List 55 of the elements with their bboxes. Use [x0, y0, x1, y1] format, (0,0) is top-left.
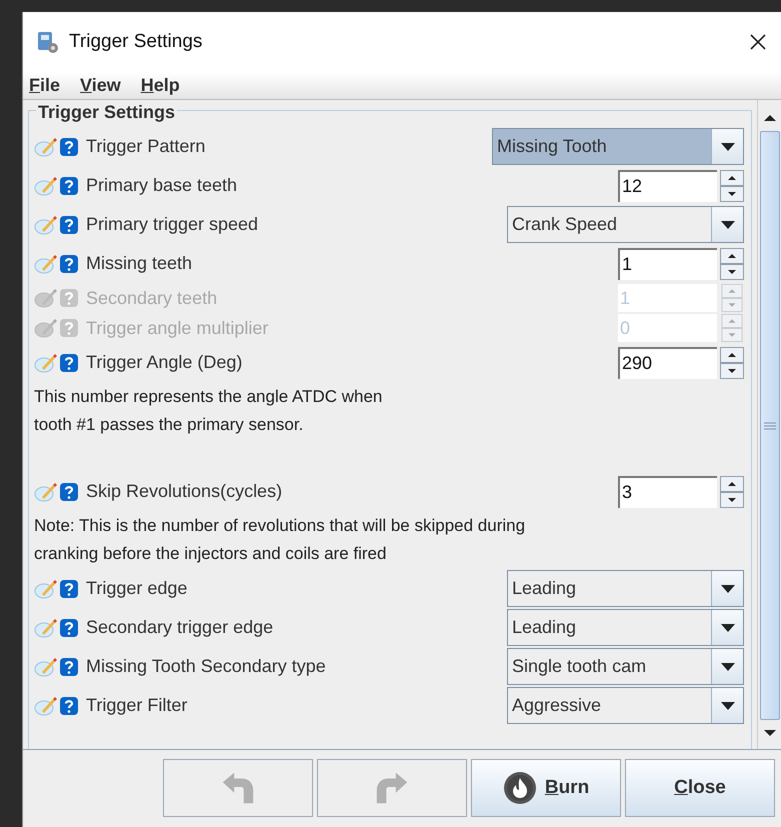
scrollbar[interactable] — [757, 100, 781, 749]
help-icon[interactable] — [59, 656, 79, 676]
spinner-arrows-icon[interactable] — [720, 346, 744, 378]
menu-item[interactable]: Help — [140, 72, 180, 99]
help-icon[interactable] — [59, 696, 79, 716]
dropdown[interactable]: Leading — [507, 570, 744, 607]
dropdown[interactable]: Missing Tooth — [492, 128, 744, 165]
setting-label: Trigger angle multiplier — [86, 316, 268, 340]
setting-label: Skip Revolutions(cycles) — [86, 480, 282, 503]
setting-label: Trigger edge — [86, 577, 188, 600]
help-icon[interactable] — [59, 176, 79, 196]
setting-label: Missing teeth — [86, 252, 192, 275]
number-field[interactable]: 3 — [618, 476, 717, 508]
help-icon[interactable] — [59, 136, 79, 156]
dropdown-arrow-icon — [720, 624, 734, 632]
dropdown-arrow-icon — [720, 702, 734, 710]
setting-label: Trigger Filter — [86, 694, 188, 717]
dropdown-arrow-icon — [720, 220, 734, 228]
number-field[interactable]: 290 — [618, 346, 717, 378]
setting-label: Secondary teeth — [86, 286, 218, 310]
close-icon[interactable] — [749, 33, 767, 51]
spinner-arrows-icon[interactable] — [720, 170, 744, 202]
menu-item[interactable]: File — [29, 72, 60, 99]
help-icon[interactable] — [59, 352, 79, 372]
help-icon[interactable] — [59, 254, 79, 274]
dropdown-arrow-icon — [720, 662, 734, 670]
number-field[interactable]: 12 — [618, 170, 717, 202]
dropdown[interactable]: Leading — [507, 609, 744, 646]
flame-icon — [502, 771, 537, 805]
dropdown[interactable]: Single tooth cam — [507, 648, 744, 685]
setting-label: Missing Tooth Secondary type — [86, 655, 326, 678]
menu-item[interactable]: View — [80, 72, 121, 99]
scroll-thumb[interactable] — [760, 131, 780, 720]
number-field[interactable]: 1 — [618, 248, 717, 280]
setting-label: Primary base teeth — [86, 174, 238, 197]
setting-label: Trigger Angle (Deg) — [86, 351, 242, 374]
window-title: Trigger Settings — [69, 30, 202, 54]
dropdown-arrow-icon — [720, 142, 734, 150]
description-text: This number represents the angle ATDC when tooth #1 passes the primary sensor. — [34, 386, 384, 436]
description-text: Note: This is the number of revolutions that will be skipped during cranking before the injectors and coils are fired — [34, 515, 526, 565]
spinner-arrows-icon[interactable] — [720, 248, 744, 280]
help-icon[interactable] — [59, 214, 79, 234]
close-button[interactable]: Close — [625, 759, 775, 817]
dropdown[interactable]: Crank Speed — [507, 206, 744, 243]
dropdown-arrow-icon — [720, 584, 734, 592]
burn-button[interactable]: Burn — [471, 759, 621, 817]
setting-label: Secondary trigger edge — [86, 616, 274, 639]
dropdown[interactable]: Aggressive — [507, 687, 744, 724]
spinner-arrows-icon[interactable] — [720, 476, 744, 508]
app-icon — [35, 29, 61, 55]
setting-label: Trigger Pattern — [86, 135, 206, 158]
setting-label: Primary trigger speed — [86, 213, 258, 236]
help-icon[interactable] — [59, 618, 79, 638]
help-icon[interactable] — [59, 578, 79, 598]
help-icon[interactable] — [59, 482, 79, 502]
